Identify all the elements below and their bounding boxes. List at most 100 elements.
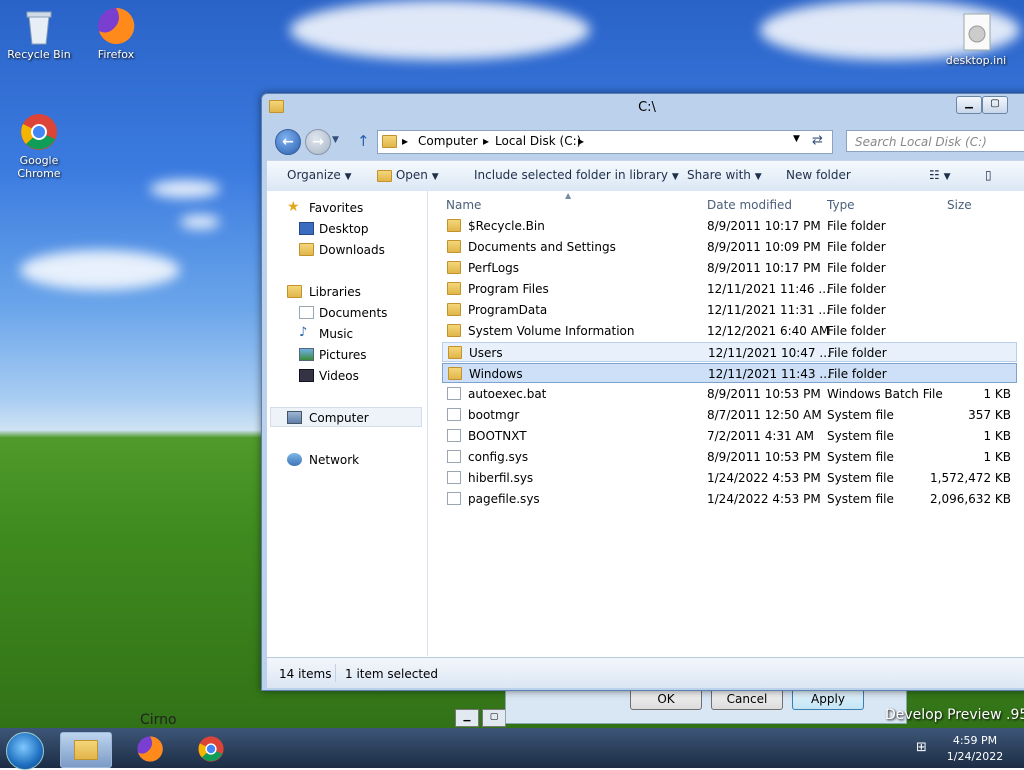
taskbar-chrome[interactable] [187, 732, 237, 766]
chrome-icon [19, 112, 59, 152]
back-button[interactable]: ← [275, 129, 301, 155]
nav-item-favorites[interactable]: ★ Favorites [267, 198, 427, 218]
table-row[interactable]: System Volume Information 12/12/2021 6:40… [442, 321, 1017, 341]
breadcrumb-separator-icon: ▸ [483, 134, 490, 148]
chevron-down-icon: ▼ [431, 172, 439, 182]
selection-count: 1 item selected [345, 667, 439, 681]
breadcrumb-local-disk[interactable]: Local Disk (C:) [495, 134, 581, 148]
desktop-icon-recycle-bin[interactable]: Recycle Bin [3, 6, 75, 61]
cancel-button[interactable]: Cancel [711, 688, 783, 710]
organize-button[interactable]: Organize ▼ [287, 168, 352, 182]
file-date: 8/9/2011 10:17 PM [707, 219, 821, 233]
column-header-size[interactable]: Size [947, 198, 972, 212]
table-row[interactable]: Program Files 12/11/2021 11:46 ... File fo… [442, 279, 1017, 299]
forward-button[interactable]: → [305, 129, 331, 155]
file-name: autoexec.bat [468, 387, 547, 401]
desktop-icon-google-chrome[interactable]: Google Chrome [3, 112, 75, 180]
table-row[interactable]: pagefile.sys 1/24/2022 4:53 PM System file… [442, 489, 1017, 509]
table-row[interactable]: hiberfil.sys 1/24/2022 4:53 PM System file… [442, 468, 1017, 488]
libraries-icon [287, 285, 302, 298]
table-row[interactable]: PerfLogs 8/9/2011 10:17 PM File folder [442, 258, 1017, 278]
address-row: ← → ▼ ↑ ▸ Computer ▸ Local Disk (C:) ▸ ▼… [262, 124, 1024, 158]
open-folder-icon [377, 169, 392, 182]
share-with-button[interactable]: Share with ▼ [687, 168, 762, 182]
table-row[interactable]: $Recycle.Bin 8/9/2011 10:17 PM File folder [442, 216, 1017, 236]
nav-item-pictures[interactable]: Pictures [267, 345, 427, 365]
file-list: ▲ Name Date modified Type Size $Recycle.… [435, 191, 1024, 656]
table-row[interactable]: Documents and Settings 8/9/2011 10:09 PM F… [442, 237, 1017, 257]
nav-item-desktop[interactable]: Desktop [267, 219, 427, 239]
computer-icon [287, 411, 302, 424]
table-row[interactable]: Windows 12/11/2021 11:43 ... File folder [442, 363, 1017, 383]
file-type: System file [827, 450, 894, 464]
include-in-library-button[interactable]: Include selected folder in library ▼ [474, 168, 679, 182]
window-title: C:\ [638, 100, 656, 115]
status-divider [335, 664, 336, 682]
taskbar-firefox[interactable] [126, 732, 176, 766]
file-type: System file [827, 429, 894, 443]
new-folder-button[interactable]: New folder [786, 168, 851, 182]
nav-item-music[interactable]: ♪ Music [267, 324, 427, 344]
title-bar[interactable]: C:\ ▁ ▢ [262, 94, 1024, 122]
column-header-type[interactable]: Type [827, 198, 855, 212]
open-button[interactable]: Open ▼ [377, 168, 439, 182]
nav-item-computer[interactable]: Computer [270, 407, 422, 427]
background-minimize-icon[interactable]: ▁ [455, 709, 479, 727]
breadcrumb-computer[interactable]: Computer [418, 134, 478, 148]
cloud [180, 215, 220, 229]
file-date: 1/24/2022 4:53 PM [707, 492, 821, 506]
file-name: ProgramData [468, 303, 548, 317]
minimize-button[interactable]: ▁ [956, 96, 982, 114]
table-row[interactable]: autoexec.bat 8/9/2011 10:53 PM Windows Bat… [442, 384, 1017, 404]
column-header-date[interactable]: Date modified [707, 198, 792, 212]
desktop-icon-label: Recycle Bin [7, 48, 71, 61]
file-name: PerfLogs [468, 261, 520, 275]
address-dropdown-icon[interactable]: ▼ [793, 134, 800, 144]
file-name: $Recycle.Bin [468, 219, 545, 233]
folder-icon [447, 261, 461, 274]
table-row[interactable]: BOOTNXT 7/2/2011 4:31 AM System file 1 KB [442, 426, 1017, 446]
start-button[interactable] [6, 732, 44, 770]
file-icon [447, 492, 461, 505]
table-row[interactable]: config.sys 8/9/2011 10:53 PM System file 1 … [442, 447, 1017, 467]
nav-item-videos[interactable]: Videos [267, 366, 427, 386]
file-date: 8/9/2011 10:09 PM [707, 240, 821, 254]
search-input[interactable]: Search Local Disk (C:) [846, 130, 1024, 152]
file-icon [447, 387, 461, 400]
preview-pane-icon[interactable]: ▯ [985, 168, 992, 182]
chrome-icon [198, 736, 224, 762]
folder-icon [448, 346, 462, 359]
nav-item-downloads[interactable]: Downloads [267, 240, 427, 260]
address-bar[interactable]: ▸ Computer ▸ Local Disk (C:) ▸ ▼ ⇄ [377, 130, 833, 154]
content-area: ★ Favorites Desktop Downloads Libraries D… [267, 191, 1024, 688]
file-size: 1 KB [983, 387, 1011, 401]
star-icon: ★ [287, 199, 300, 215]
file-type: File folder [827, 303, 886, 317]
command-bar: Organize ▼ Open ▼ Include selected folde… [267, 160, 1024, 192]
view-options-icon[interactable]: ☷ ▼ [929, 168, 951, 182]
file-size: 357 KB [968, 408, 1011, 422]
desktop-icon [299, 222, 314, 235]
nav-item-documents[interactable]: Documents [267, 303, 427, 323]
desktop-icon-firefox[interactable]: Firefox [80, 6, 152, 61]
network-tray-icon[interactable]: ⊞ [916, 740, 927, 755]
column-header-name[interactable]: Name [446, 198, 481, 212]
ok-button[interactable]: OK [630, 688, 702, 710]
table-row[interactable]: ProgramData 12/11/2021 11:31 ... File fold… [442, 300, 1017, 320]
clock-time: 4:59 PM [952, 734, 998, 747]
clock[interactable]: 4:59 PM 1/24/2022 [940, 733, 1010, 765]
nav-item-network[interactable]: Network [267, 450, 427, 470]
apply-button[interactable]: Apply [792, 688, 864, 710]
nav-item-libraries[interactable]: Libraries [267, 282, 427, 302]
background-maximize-icon[interactable]: ▢ [482, 709, 506, 727]
recent-pages-chevron-icon[interactable]: ▼ [332, 135, 339, 145]
table-row[interactable]: bootmgr 8/7/2011 12:50 AM System file 357 K… [442, 405, 1017, 425]
file-type: System file [827, 492, 894, 506]
maximize-button[interactable]: ▢ [982, 96, 1008, 114]
taskbar-explorer[interactable] [60, 732, 112, 768]
up-arrow-icon[interactable]: ↑ [357, 132, 370, 150]
recycle-bin-icon [19, 6, 59, 46]
desktop-icon-desktop-ini[interactable]: desktop.ini [940, 12, 1012, 67]
table-row[interactable]: Users 12/11/2021 10:47 ... File folder [442, 342, 1017, 362]
refresh-icon[interactable]: ⇄ [812, 133, 823, 148]
